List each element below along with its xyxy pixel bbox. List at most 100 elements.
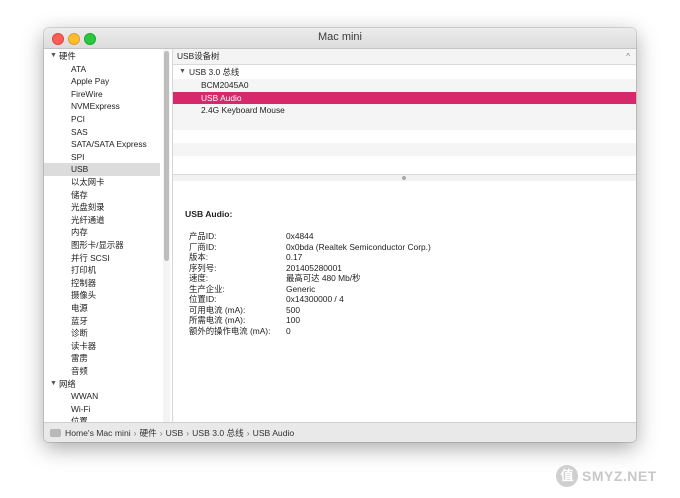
- sidebar-item-label: 读卡器: [71, 340, 97, 351]
- sidebar-item[interactable]: 蓝牙: [44, 315, 160, 328]
- detail-key: 序列号:: [189, 262, 217, 273]
- usb-device-tree: USB设备树 ^ ▼ USB 3.0 总线 BCM2045A0 USB Audio 2.…: [173, 49, 636, 174]
- sidebar-item[interactable]: 光纤通道: [44, 214, 160, 227]
- sidebar-item[interactable]: 位置: [44, 415, 160, 422]
- sidebar-item[interactable]: 图形卡/显示器: [44, 239, 160, 252]
- breadcrumb-item[interactable]: 硬件: [140, 428, 157, 438]
- tree-row-label: USB 3.0 总线: [189, 67, 240, 77]
- chevron-up-icon: ^: [626, 52, 630, 61]
- sidebar-item-label: 摄像头: [71, 290, 97, 301]
- sidebar-group-label: 网络: [59, 378, 76, 389]
- tree-row-root[interactable]: ▼ USB 3.0 总线: [173, 66, 636, 79]
- splitter-handle-icon[interactable]: [402, 176, 406, 180]
- chevron-right-icon: ›: [186, 428, 190, 438]
- detail-value: 0x4844: [286, 231, 314, 241]
- sidebar-scrollbar[interactable]: [163, 49, 170, 422]
- detail-value: 0: [286, 325, 291, 336]
- window-title: Mac mini: [317, 31, 362, 43]
- detail-row: 产品ID: 0x4844: [173, 231, 636, 242]
- detail-value: 100: [286, 315, 300, 325]
- watermark-text: SMYZ.NET: [582, 468, 657, 484]
- sidebar-item-label: 内存: [71, 227, 88, 238]
- sidebar-item-label: 光纤通道: [71, 214, 105, 225]
- mac-mini-icon: [50, 429, 61, 437]
- detail-row: 版本: 0.17: [173, 252, 636, 263]
- tree-header-label: USB设备树: [177, 51, 220, 61]
- sidebar-item[interactable]: 并行 SCSI: [44, 252, 160, 265]
- sidebar-item[interactable]: 读卡器: [44, 340, 160, 353]
- sidebar-item-label: USB: [71, 164, 89, 175]
- sidebar-item[interactable]: FireWire: [44, 88, 160, 101]
- tree-row[interactable]: 2.4G Keyboard Mouse: [173, 104, 636, 118]
- title-bar[interactable]: Mac mini: [44, 28, 636, 49]
- sidebar-item[interactable]: 雷雳: [44, 352, 160, 365]
- detail-value: 0.17: [286, 252, 303, 262]
- sidebar-item-label: 控制器: [71, 277, 97, 288]
- detail-row: 额外的操作电流 (mA): 0: [173, 326, 636, 337]
- sidebar-item[interactable]: 内存: [44, 226, 160, 239]
- sidebar-item[interactable]: ATA: [44, 63, 160, 76]
- chevron-right-icon: ›: [159, 428, 163, 438]
- disclosure-triangle-icon[interactable]: ▼: [50, 50, 57, 63]
- sidebar-item[interactable]: 电源: [44, 302, 160, 315]
- detail-value: 0x0bda (Realtek Semiconductor Corp.): [286, 241, 431, 252]
- detail-key: 生产企业:: [189, 283, 225, 294]
- tree-row-label: USB Audio: [201, 92, 242, 103]
- sidebar-item[interactable]: 摄像头: [44, 289, 160, 302]
- sidebar-item[interactable]: 以太网卡: [44, 176, 160, 189]
- sidebar-item-label: 储存: [71, 189, 88, 200]
- detail-value: 500: [286, 304, 300, 315]
- sidebar-item[interactable]: SATA/SATA Express: [44, 138, 160, 151]
- sidebar-item[interactable]: Wi-Fi: [44, 403, 160, 416]
- sidebar-item-label: PCI: [71, 114, 85, 124]
- sidebar-item-label: SAS: [71, 126, 88, 137]
- sidebar-item-label: 光盘刻录: [71, 202, 105, 213]
- sidebar-item-label: Wi-Fi: [71, 403, 91, 414]
- detail-row: 速度: 最高可达 480 Mb/秒: [173, 273, 636, 284]
- sidebar-item[interactable]: USB: [44, 163, 160, 176]
- sidebar-item[interactable]: SAS: [44, 126, 160, 139]
- detail-row: 所需电流 (mA): 100: [173, 315, 636, 326]
- sidebar-scroll-thumb[interactable]: [164, 51, 169, 261]
- detail-row: 生产企业: Generic: [173, 284, 636, 295]
- sidebar-item[interactable]: PCI: [44, 113, 160, 126]
- breadcrumb-item[interactable]: USB Audio: [253, 428, 295, 438]
- sidebar-item[interactable]: NVMExpress: [44, 100, 160, 113]
- sidebar-item-label: 图形卡/显示器: [71, 240, 124, 250]
- tree-header[interactable]: USB设备树 ^: [173, 49, 636, 65]
- chevron-right-icon: ›: [246, 428, 250, 438]
- sidebar-item-label: 以太网卡: [71, 177, 105, 187]
- detail-key: 位置ID:: [189, 294, 217, 304]
- sidebar-item-label: 位置: [71, 416, 88, 422]
- sidebar-item-label: FireWire: [71, 88, 103, 99]
- sidebar-group[interactable]: ▼ 网络: [44, 378, 160, 391]
- breadcrumb: Home's Mac mini › 硬件 › USB › USB 3.0 总线 › USB Au…: [65, 423, 294, 442]
- sidebar-item-label: NVMExpress: [71, 101, 120, 112]
- breadcrumb-item[interactable]: Home's Mac mini: [65, 428, 131, 438]
- sidebar-item[interactable]: 诊断: [44, 327, 160, 340]
- disclosure-triangle-icon[interactable]: ▼: [50, 378, 57, 391]
- detail-value: Generic: [286, 283, 316, 294]
- sidebar-item-label: 打印机: [71, 265, 97, 276]
- tree-row-empty: [173, 117, 636, 130]
- sidebar-item[interactable]: 光盘刻录: [44, 201, 160, 214]
- sidebar-item[interactable]: SPI: [44, 151, 160, 164]
- sidebar-item[interactable]: 储存: [44, 189, 160, 202]
- sidebar-item-label: 诊断: [71, 328, 88, 339]
- breadcrumb-item[interactable]: USB 3.0 总线: [192, 428, 244, 438]
- tree-row-label: 2.4G Keyboard Mouse: [201, 105, 285, 116]
- tree-row[interactable]: USB Audio: [173, 91, 636, 105]
- sidebar-item[interactable]: 打印机: [44, 264, 160, 277]
- tree-row[interactable]: BCM2045A0: [173, 78, 636, 92]
- detail-key: 版本:: [189, 252, 209, 262]
- sidebar-item[interactable]: 控制器: [44, 277, 160, 290]
- disclosure-triangle-icon[interactable]: ▼: [179, 66, 186, 79]
- sidebar-item-label: 雷雳: [71, 353, 88, 364]
- breadcrumb-item[interactable]: USB: [166, 428, 184, 438]
- sidebar-group[interactable]: ▼ 硬件: [44, 50, 160, 63]
- sidebar-item-label: 电源: [71, 303, 88, 313]
- detail-key: 速度:: [189, 273, 209, 283]
- sidebar-item[interactable]: WWAN: [44, 390, 160, 403]
- sidebar-item[interactable]: Apple Pay: [44, 75, 160, 88]
- sidebar-item[interactable]: 音频: [44, 365, 160, 378]
